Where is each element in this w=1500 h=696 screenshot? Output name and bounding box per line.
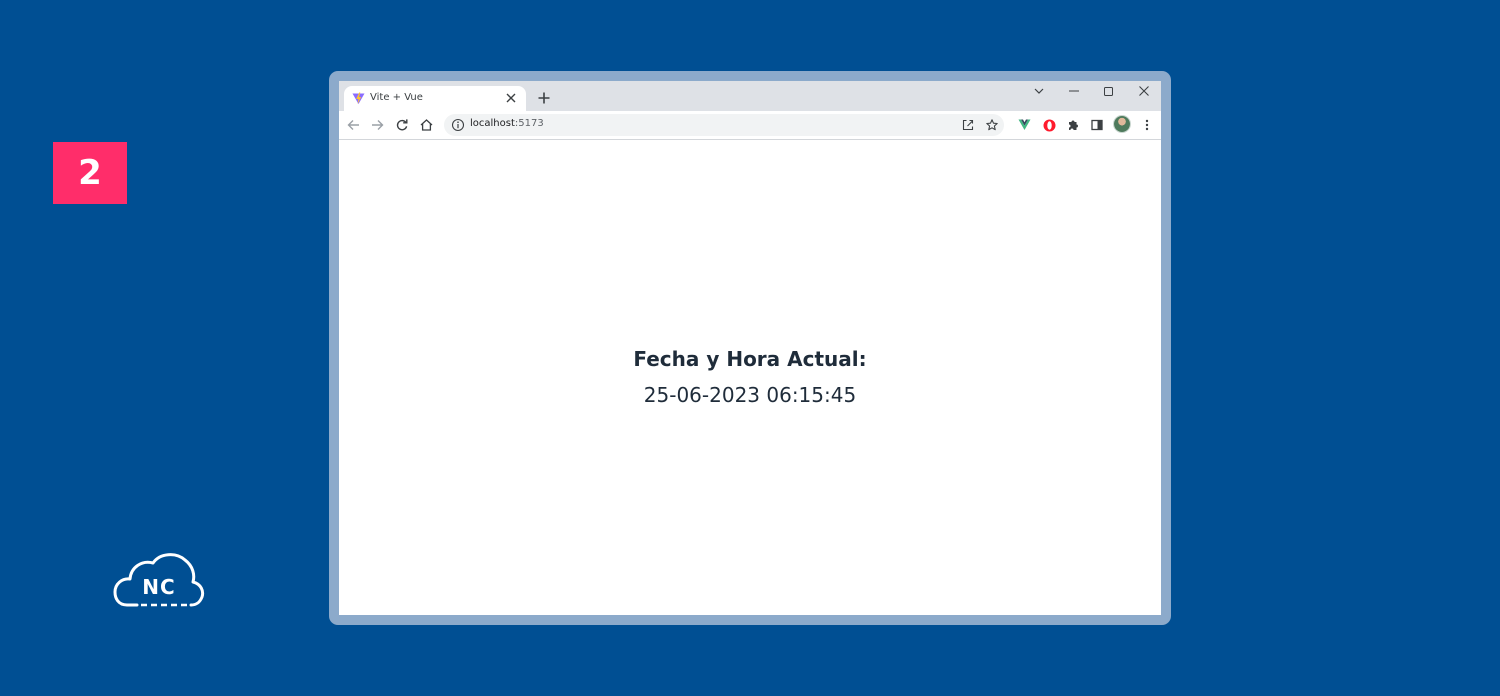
tab-strip: Vite + Vue	[339, 81, 1161, 111]
page-content: Fecha y Hora Actual: 25-06-2023 06:15:45	[339, 140, 1161, 615]
address-bar[interactable]: localhost:5173	[444, 114, 1004, 136]
tab-vite-vue[interactable]: Vite + Vue	[344, 86, 526, 111]
extensions-icon[interactable]	[1064, 116, 1082, 134]
browser-window: Vite + Vue localhost:5173 Fecha y Hora A…	[339, 81, 1161, 615]
forward-icon[interactable]	[368, 116, 386, 134]
close-icon[interactable]	[1126, 81, 1161, 101]
url-port: :5173	[514, 118, 544, 129]
step-badge: 2	[53, 142, 127, 204]
opera-icon[interactable]	[1040, 116, 1058, 134]
star-icon[interactable]	[983, 116, 1001, 134]
browser-frame: Vite + Vue localhost:5173 Fecha y Hora A…	[329, 71, 1171, 625]
info-icon[interactable]	[451, 118, 465, 132]
vite-logo-icon	[352, 92, 365, 105]
tab-title: Vite + Vue	[370, 92, 423, 103]
menu-icon[interactable]	[1138, 116, 1156, 134]
page-heading: Fecha y Hora Actual:	[633, 347, 867, 371]
share-icon[interactable]	[959, 116, 977, 134]
toolbar: localhost:5173	[339, 111, 1161, 140]
profile-avatar[interactable]	[1114, 116, 1130, 132]
url-text: localhost:5173	[470, 118, 544, 129]
current-datetime: 25-06-2023 06:15:45	[643, 383, 857, 407]
tab-search-icon[interactable]	[1021, 81, 1056, 101]
reload-icon[interactable]	[393, 116, 411, 134]
tab-close-icon[interactable]	[503, 90, 519, 106]
window-controls	[1021, 81, 1161, 101]
vue-devtools-icon[interactable]	[1015, 116, 1033, 134]
new-tab-button[interactable]	[534, 88, 554, 108]
maximize-icon[interactable]	[1091, 81, 1126, 101]
logo-text: NC	[142, 575, 176, 599]
nc-logo: NC	[113, 550, 205, 612]
url-host: localhost	[470, 118, 515, 129]
minimize-icon[interactable]	[1056, 81, 1091, 101]
side-panel-icon[interactable]	[1088, 116, 1106, 134]
home-icon[interactable]	[417, 116, 435, 134]
back-icon[interactable]	[344, 116, 362, 134]
plus-icon	[538, 92, 550, 104]
